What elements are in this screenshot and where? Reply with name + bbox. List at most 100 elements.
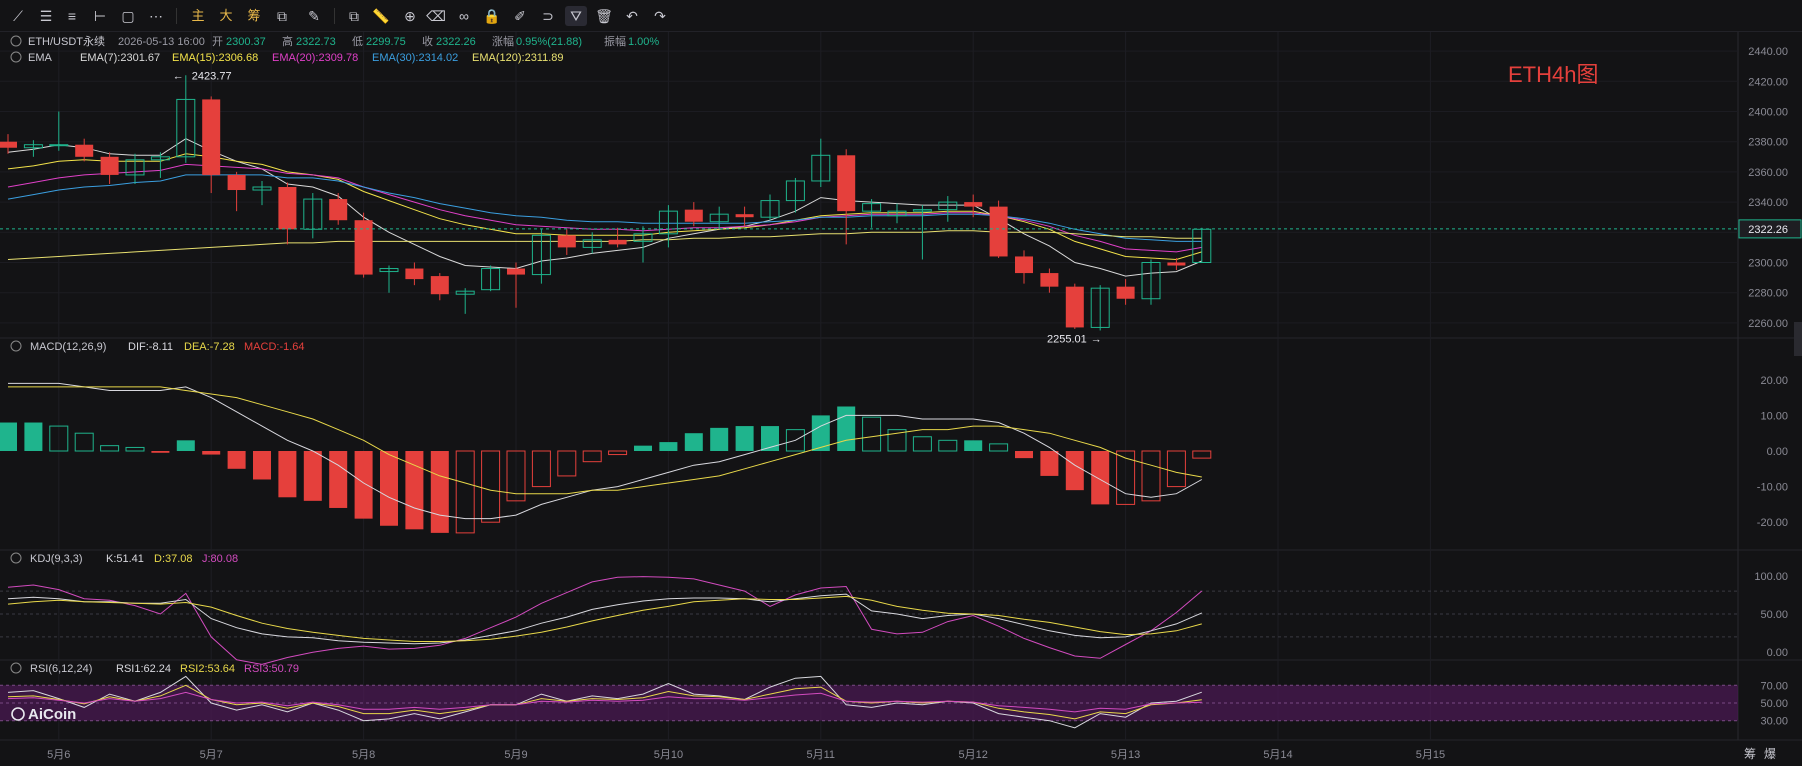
chip-corner-label: 筹 xyxy=(1744,747,1756,761)
redo-icon[interactable]: ↷ xyxy=(649,6,671,26)
ema-line-2 xyxy=(7,163,1202,253)
candle-body[interactable] xyxy=(837,155,856,212)
candle-body[interactable] xyxy=(202,99,221,175)
candle-body[interactable] xyxy=(430,276,449,295)
macd-bar xyxy=(74,432,94,452)
amplitude-value: 1.00% xyxy=(628,36,659,48)
collapse-icon[interactable] xyxy=(10,35,22,47)
trendline-icon[interactable]: ⟋ xyxy=(7,6,29,26)
candle-body[interactable] xyxy=(684,209,703,222)
candle-body[interactable] xyxy=(405,268,424,280)
macd-bar xyxy=(582,450,602,463)
candle-body[interactable] xyxy=(354,220,373,275)
pattern-icon[interactable]: ∞ xyxy=(453,6,475,26)
candle-body[interactable] xyxy=(329,199,348,221)
macd-bar xyxy=(684,433,703,451)
chip-button[interactable]: 筹 xyxy=(243,6,265,26)
macd-bar xyxy=(862,416,882,452)
macd-bar xyxy=(202,451,221,455)
ruler-icon[interactable]: 📏 xyxy=(370,6,392,26)
low-value: 2299.75 xyxy=(366,36,406,48)
ray-icon[interactable]: ⊢ xyxy=(89,6,111,26)
kdj-d-line xyxy=(7,595,1202,642)
macd-bar xyxy=(989,443,1009,452)
x-tick-label: 5月10 xyxy=(654,749,683,761)
candle-body[interactable] xyxy=(964,202,983,207)
candle-body[interactable] xyxy=(75,144,94,157)
collapse-icon[interactable] xyxy=(10,340,22,352)
macd-bar xyxy=(0,422,17,451)
macd-tick-label: 0.00 xyxy=(1767,446,1788,458)
kdj-j-label: J:80.08 xyxy=(202,553,238,565)
candle-body[interactable] xyxy=(278,187,297,230)
macd-bar xyxy=(354,451,373,519)
x-tick-label: 5月8 xyxy=(352,749,375,761)
lock-icon[interactable]: 🔒 xyxy=(481,6,503,26)
candle-body[interactable] xyxy=(1015,256,1033,274)
candle-body[interactable] xyxy=(735,214,754,218)
collapse-icon[interactable] xyxy=(10,51,22,63)
rectangle-icon[interactable]: ▢ xyxy=(117,6,139,26)
candle-body[interactable] xyxy=(557,235,576,248)
ema-line-0 xyxy=(7,138,1202,277)
candle-body[interactable] xyxy=(49,144,69,147)
filter-icon[interactable]: ⛛ xyxy=(565,6,587,26)
kdj-j-line xyxy=(7,576,1203,665)
candle-body[interactable] xyxy=(1065,286,1084,328)
copy-icon[interactable]: ⧉ xyxy=(343,6,365,26)
macd-bar xyxy=(1192,450,1212,459)
bar-time: 2026-05-13 16:00 xyxy=(118,36,205,48)
zoom-icon[interactable]: ⊕ xyxy=(399,6,421,26)
candle-body[interactable] xyxy=(608,239,627,245)
candle-body[interactable] xyxy=(1167,262,1186,266)
macd-bar xyxy=(125,446,145,452)
horizontal-lines-icon[interactable]: ☰ xyxy=(35,6,57,26)
ema-line-1 xyxy=(7,153,1202,261)
delete-icon[interactable]: 🗑 xyxy=(593,6,615,26)
eraser-icon[interactable]: ⌫ xyxy=(425,6,447,26)
price-tick-label: 2420.00 xyxy=(1748,76,1788,88)
macd-bar xyxy=(964,440,983,451)
magnet-icon[interactable]: ⊃ xyxy=(537,6,559,26)
undo-icon[interactable]: ↶ xyxy=(621,6,643,26)
macd-tick-label: -20.00 xyxy=(1757,517,1788,529)
candlestick-chart[interactable]: 5月6 5月7 5月8 5月9 5月10 5月11 5月12 5月13 5月14 5月15 2440… xyxy=(0,32,1802,766)
macd-bar xyxy=(1141,450,1161,502)
macd-bar xyxy=(531,450,551,488)
candle-body[interactable] xyxy=(100,156,119,175)
candle-body[interactable] xyxy=(1116,286,1135,299)
x-tick-label: 5月6 xyxy=(47,749,70,761)
brush-icon[interactable]: ✎ xyxy=(303,6,325,26)
channel-icon[interactable]: ≡ xyxy=(61,6,83,26)
high-label: 高 xyxy=(282,34,293,48)
candle-body[interactable] xyxy=(989,206,1008,257)
price-tick-label: 2400.00 xyxy=(1748,107,1788,119)
open-value: 2300.37 xyxy=(226,36,266,48)
rsi-tick-label: 70.00 xyxy=(1760,680,1788,692)
candle-body[interactable] xyxy=(0,141,17,148)
side-panel-toggle[interactable] xyxy=(1794,322,1802,356)
large-order-button[interactable]: 大 xyxy=(215,6,237,26)
candle-body[interactable] xyxy=(227,174,246,191)
ema-legend-item: EMA(120):2311.89 xyxy=(472,52,564,64)
collapse-icon[interactable] xyxy=(10,552,22,564)
chart-app: ⟋ ☰ ≡ ⊢ ▢ ⋯ 主大筹 ⧉ ✎ ⧉ 📏 ⊕ ⌫ ∞ 🔒 ✐ ⊃ ⛛ 🗑 ↶ ↷ 5月6 5月7 5月8 5月9 5月10… xyxy=(0,0,1802,766)
price-tick-label: 2360.00 xyxy=(1748,167,1788,179)
x-tick-label: 5月9 xyxy=(504,749,527,761)
path-icon[interactable]: ⋯ xyxy=(145,6,167,26)
amplitude-label: 振幅 xyxy=(604,34,626,48)
macd-bar xyxy=(151,451,170,453)
edit-icon[interactable]: ✐ xyxy=(509,6,531,26)
collapse-icon[interactable] xyxy=(10,662,22,674)
macd-bar xyxy=(278,451,297,498)
macd-bar xyxy=(1166,450,1186,488)
macd-bar xyxy=(608,450,628,456)
layout-icon[interactable]: ⧉ xyxy=(271,6,293,26)
macd-dif-label: DIF:-8.11 xyxy=(128,341,173,353)
price-tick-label: 2440.00 xyxy=(1748,46,1788,58)
macd-bar xyxy=(455,450,475,534)
candle-body[interactable] xyxy=(1040,273,1059,287)
candle-body[interactable] xyxy=(507,268,525,275)
ema-legend-item: EMA(20):2309.78 xyxy=(272,52,358,64)
main-chart-button[interactable]: 主 xyxy=(187,6,209,26)
